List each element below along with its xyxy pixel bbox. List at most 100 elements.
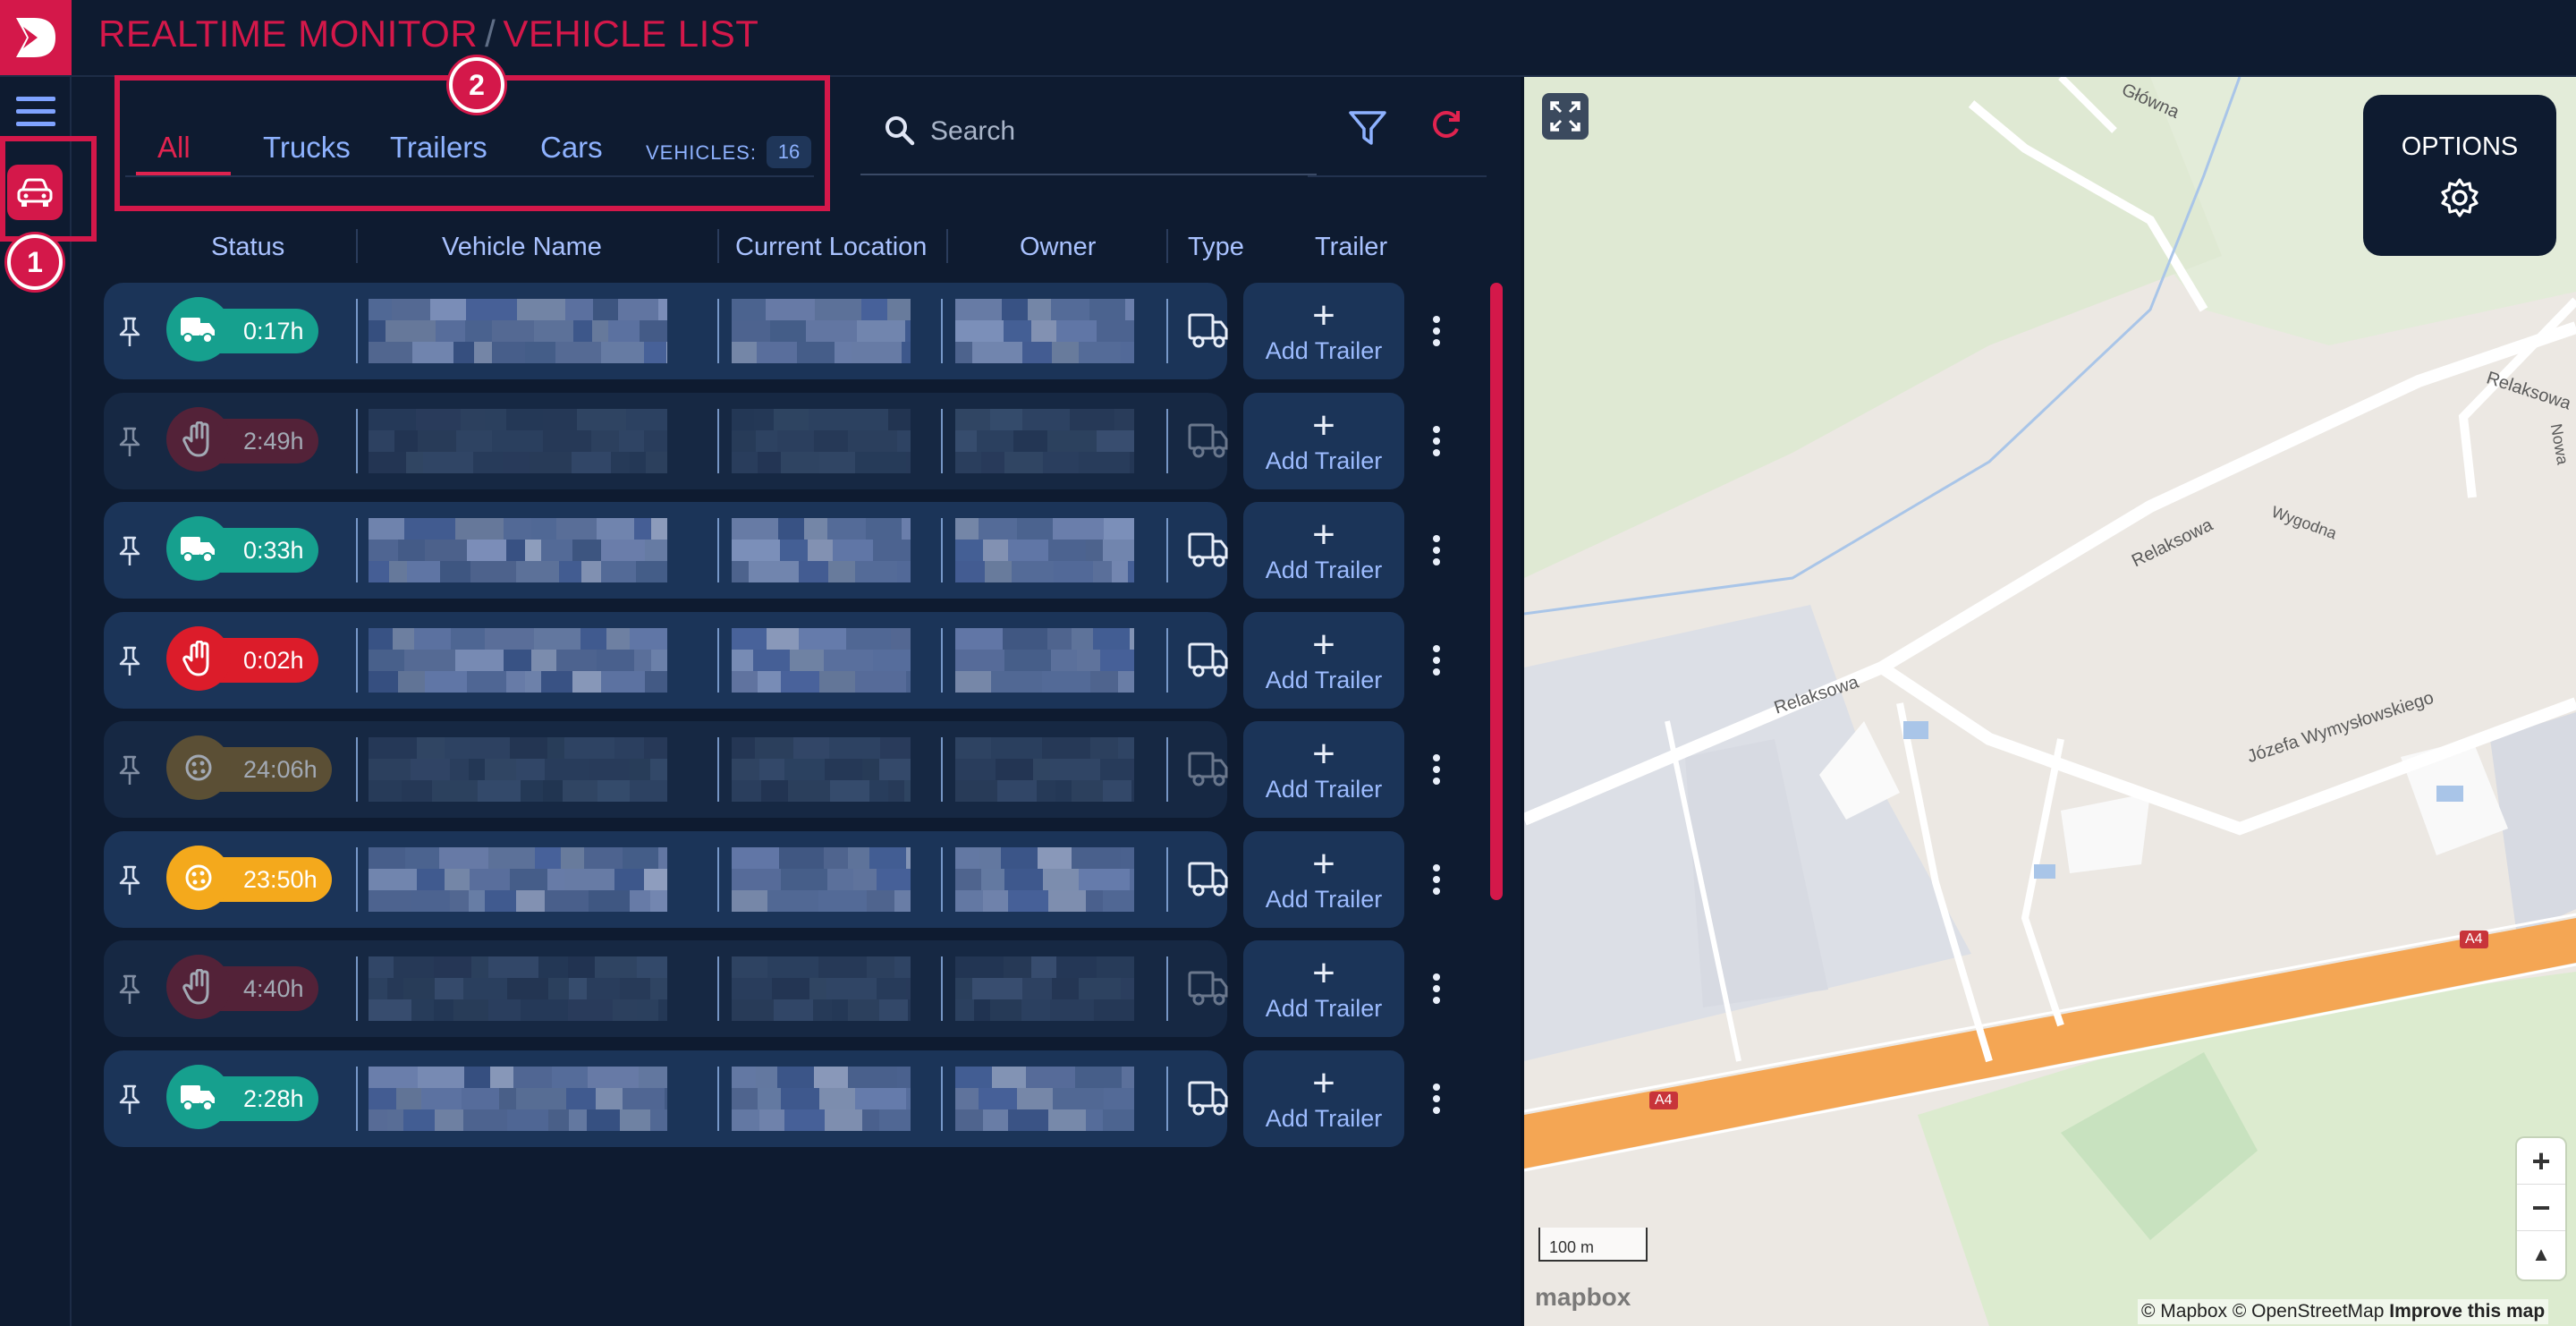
status-badge: 4:40h [166,955,318,1019]
column-header-status[interactable]: Status [211,233,284,262]
add-trailer-button[interactable]: + Add Trailer [1243,612,1404,709]
zoom-out-button[interactable]: − [2517,1185,2565,1231]
status-icon [166,297,231,361]
vehicle-row[interactable]: 0:17h [104,283,1228,379]
search-icon[interactable] [884,115,916,147]
add-trailer-button[interactable]: + Add Trailer [1243,831,1404,928]
map-view[interactable]: Główna Relaksowa Relaksowa Relaksowa Wyg… [1524,77,2576,1326]
search-input[interactable] [930,109,1306,154]
column-header-current-location[interactable]: Current Location [735,233,927,262]
cell-separator [941,737,943,802]
cell-separator [941,847,943,912]
cell-separator [356,409,358,473]
cell-separator [717,737,719,802]
more-options-icon[interactable] [1426,853,1447,906]
cell-separator [717,628,719,693]
vehicle-row[interactable]: 2:28h [104,1050,1228,1147]
map-zoom-control: + − ▲ [2517,1138,2565,1279]
cell-separator [356,299,358,363]
pin-icon[interactable] [116,646,143,676]
more-options-icon[interactable] [1426,414,1447,468]
zoom-in-button[interactable]: + [2517,1138,2565,1185]
truck-icon [1188,860,1229,897]
pin-icon[interactable] [116,755,143,786]
column-header-owner[interactable]: Owner [1020,233,1096,262]
hamburger-menu-icon[interactable] [16,97,55,132]
column-header-trailer[interactable]: Trailer [1315,233,1387,262]
pin-icon[interactable] [116,1084,143,1115]
cell-separator [941,409,943,473]
plus-icon: + [1312,512,1335,557]
breadcrumb-realtime-monitor[interactable]: REALTIME MONITOR [98,13,478,55]
gear-icon [2441,177,2479,217]
annotation-badge-1: 1 [7,234,63,290]
status-icon [166,516,231,581]
cell-separator [717,847,719,912]
improve-map-link[interactable]: Improve this map [2389,1301,2545,1322]
annotation-box-1 [0,136,97,242]
add-trailer-button[interactable]: + Add Trailer [1243,502,1404,599]
add-trailer-button[interactable]: + Add Trailer [1243,283,1404,379]
cell-separator [717,409,719,473]
cell-separator [356,737,358,802]
status-badge: 0:33h [166,516,318,581]
more-options-icon[interactable] [1426,523,1447,577]
cell-separator [356,518,358,582]
plus-icon: + [1312,731,1335,776]
hand-stop-icon [182,969,209,1005]
map-label-a4: A4 [2460,931,2488,948]
pin-icon[interactable] [116,317,143,347]
column-header-vehicle-name[interactable]: Vehicle Name [442,233,602,262]
refresh-icon[interactable] [1428,107,1463,143]
cell-separator [1166,518,1168,582]
plus-icon: + [1312,622,1335,667]
toolbar-divider [1308,175,1487,177]
list-scrollbar[interactable] [1490,283,1503,900]
vehicle-row[interactable]: 2:49h [104,393,1228,489]
vehicle-row[interactable]: 24:06h [104,721,1229,818]
vehicle-row[interactable]: 23:50h [104,831,1229,928]
attribution-text[interactable]: © Mapbox © OpenStreetMap [2141,1301,2384,1322]
pin-icon[interactable] [116,865,143,896]
more-options-icon[interactable] [1426,962,1447,1016]
vehicle-row[interactable]: 0:02h [104,612,1229,709]
add-trailer-button[interactable]: + Add Trailer [1243,1050,1404,1147]
hand-stop-icon [182,421,209,457]
add-trailer-button[interactable]: + Add Trailer [1243,721,1404,818]
expand-icon [1550,101,1580,132]
truck-icon [1188,531,1229,568]
truck-driving-icon [181,318,215,344]
fullscreen-button[interactable] [1542,93,1589,140]
more-options-icon[interactable] [1426,743,1447,796]
column-header-type[interactable]: Type [1188,233,1244,262]
add-trailer-button[interactable]: + Add Trailer [1243,393,1404,489]
search-underline [860,174,1317,175]
pin-icon[interactable] [116,974,143,1005]
vehicle-row[interactable]: 0:33h [104,502,1229,599]
more-options-icon[interactable] [1426,1072,1447,1126]
rest-coffee-icon [185,864,212,891]
cell-separator [717,299,719,363]
add-trailer-button[interactable]: + Add Trailer [1243,940,1404,1037]
status-badge: 24:06h [166,735,332,800]
truck-icon [1188,750,1229,787]
cell-separator [717,518,719,582]
cell-separator [941,956,943,1021]
add-trailer-label: Add Trailer [1265,446,1383,474]
pin-icon[interactable] [116,536,143,566]
app-logo[interactable] [0,0,72,75]
cell-separator [941,518,943,582]
more-options-icon[interactable] [1426,304,1447,358]
truck-icon [1188,641,1229,678]
mapbox-logo[interactable]: mapbox [1535,1283,1631,1312]
compass-button[interactable]: ▲ [2517,1231,2565,1278]
logo-icon [16,18,55,57]
filter-icon[interactable] [1347,107,1388,149]
vehicle-row[interactable]: 4:40h [104,940,1228,1037]
more-options-icon[interactable] [1426,633,1447,687]
map-options-button[interactable]: OPTIONS [2363,95,2556,256]
plus-icon: + [1312,1060,1335,1105]
add-trailer-label: Add Trailer [1265,556,1383,583]
annotation-badge-2: 2 [449,57,504,113]
pin-icon[interactable] [116,427,143,457]
